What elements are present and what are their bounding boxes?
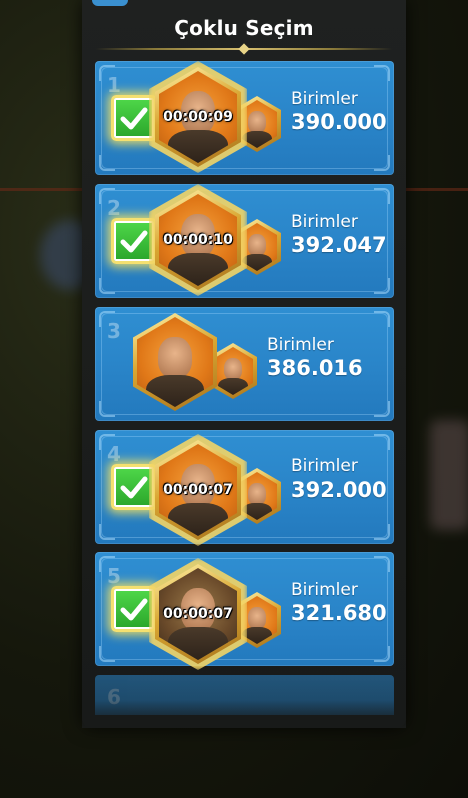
march-timer: 00:00:10: [163, 232, 233, 248]
units-label: Birimler: [291, 89, 358, 109]
list-fade: [82, 700, 406, 728]
primary-commander-portrait[interactable]: 00:00:07: [149, 558, 247, 670]
units-label: Birimler: [291, 456, 358, 476]
background-scene-right: [430, 420, 468, 530]
primary-commander-portrait[interactable]: 00:00:09: [149, 61, 247, 173]
army-card-3[interactable]: 3 Birimler 386.016: [95, 307, 394, 421]
army-card-1[interactable]: 1 00:00:09 Birimler 390.000: [95, 61, 394, 175]
units-value: 392.047: [291, 233, 387, 257]
panel-top-tab[interactable]: [92, 0, 128, 6]
units-label: Birimler: [291, 580, 358, 600]
units-value: 386.016: [267, 356, 363, 380]
checkmark-icon: [120, 230, 148, 253]
army-index: 3: [107, 319, 121, 343]
units-value: 321.680: [291, 601, 387, 625]
army-index: 4: [107, 442, 121, 466]
march-timer: 00:00:09: [163, 109, 233, 125]
primary-commander-portrait[interactable]: [133, 313, 217, 411]
army-card-4[interactable]: 4 00:00:07 Birimler 392.000: [95, 430, 394, 546]
army-card-2[interactable]: 2 00:00:10 Birimler 392.047: [95, 184, 394, 298]
units-label: Birimler: [267, 335, 334, 355]
army-index: 2: [107, 196, 121, 220]
units-value: 390.000: [291, 110, 387, 134]
panel-title: Çoklu Seçim: [174, 16, 314, 40]
checkmark-icon: [120, 107, 148, 130]
army-index: 5: [107, 564, 121, 588]
primary-commander-portrait[interactable]: 00:00:07: [149, 434, 247, 546]
march-timer: 00:00:07: [163, 606, 233, 622]
checkmark-icon: [120, 598, 148, 621]
units-value: 392.000: [291, 478, 387, 502]
checkmark-icon: [120, 476, 148, 499]
primary-commander-portrait[interactable]: 00:00:10: [149, 184, 247, 296]
army-index: 1: [107, 73, 121, 97]
units-label: Birimler: [291, 212, 358, 232]
army-card-5[interactable]: 5 00:00:07 Birimler 321.680: [95, 552, 394, 670]
march-timer: 00:00:07: [163, 482, 233, 498]
